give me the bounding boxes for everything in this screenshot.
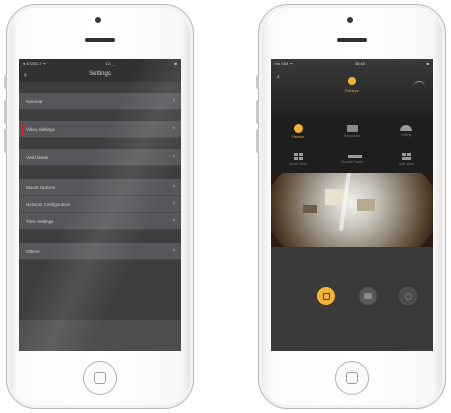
mode-label: Ceiling — [400, 133, 412, 137]
settings-item-label: Vivid Mode — [26, 154, 49, 160]
volume-down-button — [256, 129, 259, 153]
mode-label: Quad View — [289, 161, 307, 166]
settings-item-label: Mount Options — [26, 184, 56, 190]
section-gap — [19, 166, 181, 179]
dome-icon — [413, 81, 425, 87]
mode-double-panel[interactable]: Double Panel — [325, 145, 379, 173]
mode-label: Split View — [398, 161, 414, 166]
fisheye-dot-icon — [293, 123, 303, 133]
section-gap — [19, 230, 181, 243]
settings-item-label: General — [26, 98, 43, 104]
chevron-right-icon: › — [172, 97, 175, 104]
volume-up-button — [4, 100, 7, 124]
mode-label: Fisheye — [291, 134, 305, 139]
battery-icon: ■ — [174, 61, 177, 66]
mode-ceiling[interactable]: Ceiling — [379, 117, 433, 145]
mode-split-view[interactable]: Split View — [379, 145, 433, 173]
record-button[interactable] — [317, 287, 335, 305]
record-icon — [322, 292, 330, 300]
earpiece-speaker — [337, 38, 367, 42]
settings-item-network-configuration[interactable]: Network Configuration › — [19, 196, 181, 213]
settings-circle-icon — [404, 292, 412, 300]
mute-switch — [256, 75, 259, 89]
carrier-label: No SIM ᯤ — [275, 60, 294, 66]
mode-label: Panorama — [343, 133, 361, 138]
page-title: Settings — [89, 71, 111, 77]
settings-item-others[interactable]: Others › — [19, 243, 181, 260]
settings-item-label: Others — [26, 248, 40, 254]
settings-item-general[interactable]: General › — [19, 93, 181, 110]
panorama-icon — [346, 124, 358, 132]
chevron-right-icon: › — [172, 125, 175, 132]
section-gap — [19, 138, 181, 149]
volume-up-button — [256, 100, 259, 124]
current-mode-label: Fisheye — [344, 88, 359, 93]
earpiece-speaker — [85, 38, 115, 42]
front-camera — [347, 17, 353, 23]
fisheye-camera-feed[interactable] — [271, 173, 433, 247]
mute-switch — [4, 75, 7, 89]
settings-item-label: Time Settings — [26, 218, 54, 224]
settings-item-label: Network Configuration — [26, 201, 71, 207]
settings-item-video-settings[interactable]: Video Settings › — [19, 121, 181, 138]
split-view-icon — [401, 152, 411, 160]
clock-label: 12:__ — [105, 61, 116, 66]
dome-icon — [400, 125, 412, 131]
section-gap — [19, 110, 181, 121]
fisheye-dot-icon — [348, 77, 356, 85]
back-icon[interactable]: ‹ — [277, 72, 280, 81]
carrier-label: ● ESSELT ᯤ — [23, 60, 47, 66]
home-button[interactable] — [83, 361, 117, 395]
fisheye-image — [271, 173, 433, 247]
control-bar — [271, 247, 433, 351]
phone-right: No SIM ᯤ 08:48 ■ ‹ Fisheye Fisheye Panor… — [256, 4, 446, 409]
battery-icon: ■ — [426, 61, 429, 66]
chevron-right-icon: › — [172, 183, 175, 190]
home-button[interactable] — [335, 361, 369, 395]
clock-label: 08:48 — [354, 61, 365, 66]
chevron-right-icon: › — [172, 247, 175, 254]
view-mode-grid: Fisheye Panorama Ceiling Quad View Doubl… — [271, 117, 433, 173]
camera-header: No SIM ᯤ 08:48 ■ ‹ Fisheye — [271, 59, 433, 117]
mode-panorama[interactable]: Panorama — [325, 117, 379, 145]
settings-item-label: Video Settings — [22, 122, 64, 136]
volume-down-button — [4, 129, 7, 153]
status-bar: No SIM ᯤ 08:48 ■ — [271, 59, 433, 68]
double-panel-icon — [347, 154, 362, 158]
list-footer — [19, 260, 181, 320]
settings-circle-button[interactable] — [399, 287, 417, 305]
status-bar: ● ESSELT ᯤ 12:__ ■ — [19, 59, 181, 68]
chevron-right-icon: › — [172, 153, 175, 160]
chevron-right-icon: › — [172, 200, 175, 207]
section-gap — [19, 82, 181, 93]
mode-label: Double Panel — [341, 159, 363, 164]
settings-item-vivid-mode[interactable]: Vivid Mode › — [19, 149, 181, 166]
settings-screen: ● ESSELT ᯤ 12:__ ■ ‹ Settings General › … — [19, 59, 181, 351]
front-camera — [95, 17, 101, 23]
chevron-right-icon: › — [172, 217, 175, 224]
navigation-bar: ‹ Settings — [19, 68, 181, 82]
phone-left: ● ESSELT ᯤ 12:__ ■ ‹ Settings General › … — [4, 4, 194, 409]
quad-view-icon — [293, 152, 303, 160]
mode-fisheye[interactable]: Fisheye — [271, 117, 325, 145]
snapshot-icon — [364, 293, 372, 299]
settings-item-time-settings[interactable]: Time Settings › — [19, 213, 181, 230]
settings-item-mount-options[interactable]: Mount Options › — [19, 179, 181, 196]
mode-quad-view[interactable]: Quad View — [271, 145, 325, 173]
snapshot-button[interactable] — [359, 287, 377, 305]
camera-view-screen: No SIM ᯤ 08:48 ■ ‹ Fisheye Fisheye Panor… — [271, 59, 433, 351]
